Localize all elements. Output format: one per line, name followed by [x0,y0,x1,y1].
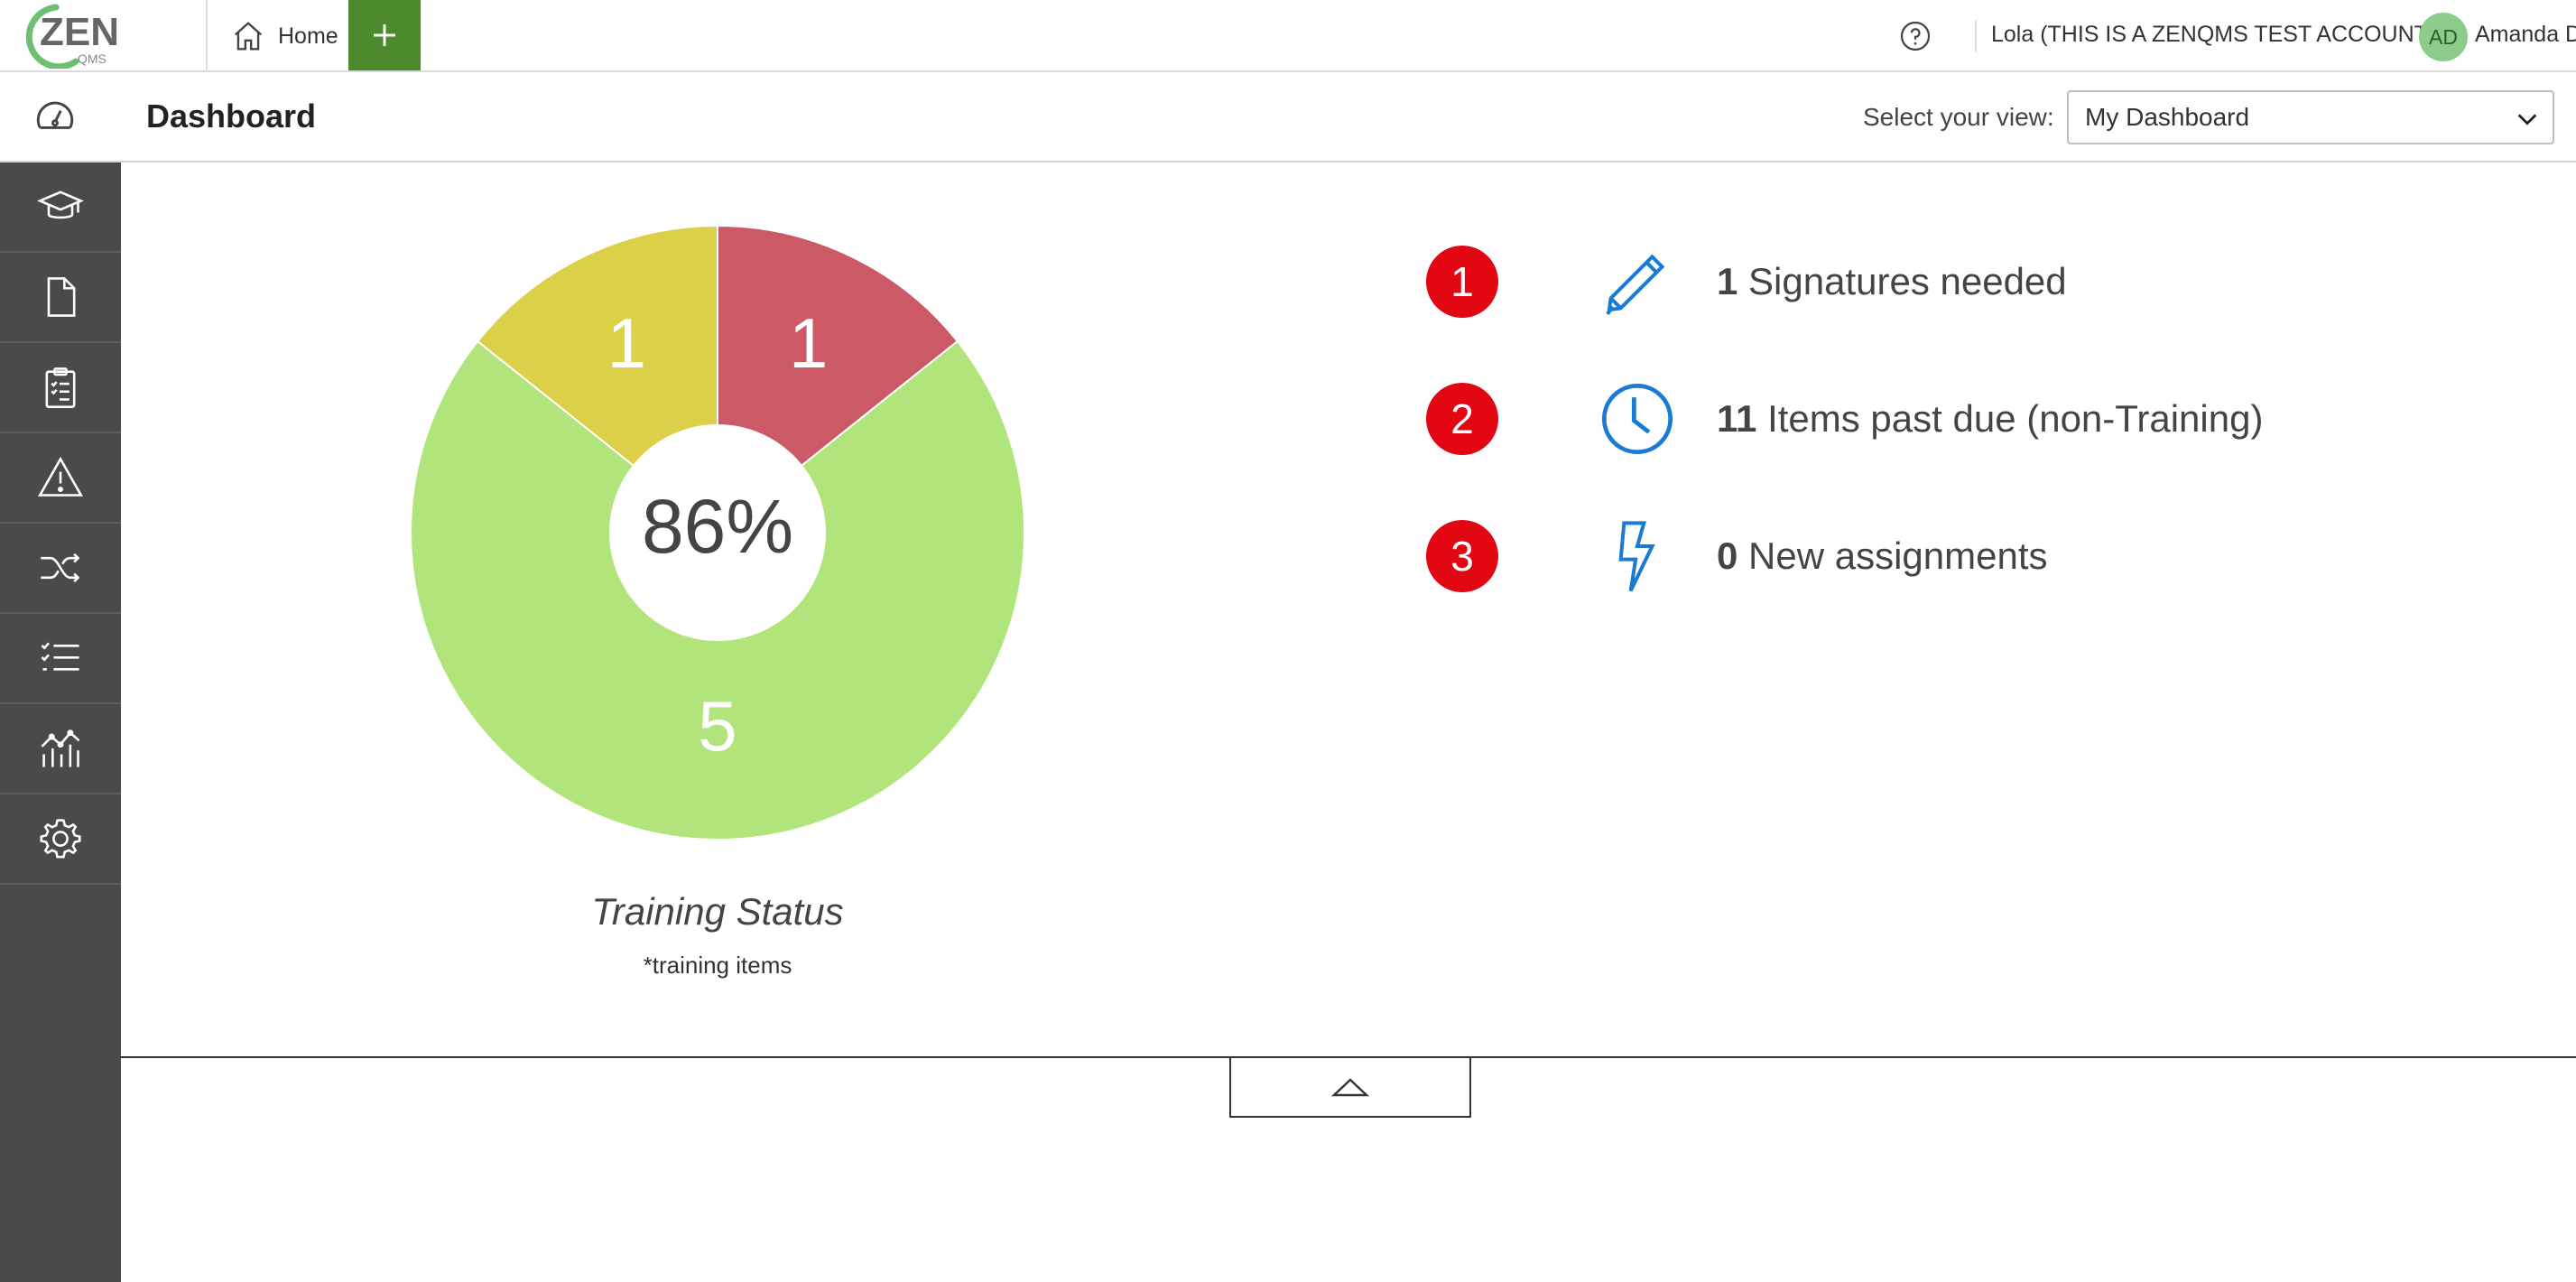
topbar-divider [1975,20,1977,52]
home-icon [234,22,263,51]
lightning-icon [1618,521,1655,592]
zenqms-logo[interactable]: ZEN QMS [16,2,125,70]
alert-count: 0 [1717,534,1738,577]
warning-icon [38,456,83,497]
avatar[interactable]: AD [2419,13,2468,61]
page-title: Dashboard [146,98,317,135]
graduation-cap-icon [37,190,84,219]
add-button[interactable] [348,0,421,70]
sidebar-item-reports[interactable] [0,704,121,794]
donut-value-label: 1 [607,303,646,383]
alert-signatures[interactable]: 1 1 Signatures needed [1426,237,2329,327]
view-select[interactable]: My Dashboard [2067,90,2554,144]
alert-text: 0 New assignments [1717,534,2048,578]
user-name[interactable]: Amanda D [2475,22,2576,48]
sidebar-item-audits[interactable] [0,343,121,433]
chart-title: Training Status [591,890,844,933]
clipboard-checklist-icon [45,367,76,408]
alert-text: 1 Signatures needed [1717,260,2067,303]
chevron-down-icon [2517,114,2537,125]
alert-count: 1 [1717,260,1738,302]
document-icon [47,277,76,317]
alert-label: New assignments [1748,534,2048,577]
donut-chart: 86% 1 5 1 [410,224,1025,841]
home-tab[interactable]: Home [206,0,348,72]
svg-text:ZEN: ZEN [40,10,119,54]
top-bar: ZEN QMS Home Lola (THIS IS A ZENQMS TEST… [0,0,2576,72]
chart-subtitle: *training items [643,952,792,979]
shuffle-icon [41,553,80,583]
sidebar-item-checklists[interactable] [0,614,121,704]
alert-badge: 3 [1426,520,1498,592]
help-icon[interactable] [1899,20,1932,52]
page-header: Dashboard Select your view: My Dashboard [0,72,2576,163]
sidebar [0,163,121,1282]
home-tab-label: Home [278,23,338,49]
sidebar-item-settings[interactable] [0,794,121,885]
sidebar-item-training[interactable] [0,163,121,253]
sidebar-item-documents[interactable] [0,253,121,343]
donut-center-label: 86% [642,484,793,569]
speedometer-icon [36,101,74,129]
sidebar-item-workflows[interactable] [0,524,121,614]
alert-new-assignments[interactable]: 3 0 New assignments [1426,511,2329,601]
alert-text: 11 Items past due (non-Training) [1717,397,2263,441]
pencil-icon [1606,254,1665,316]
sidebar-item-issues[interactable] [0,433,121,524]
view-select-value: My Dashboard [2085,103,2250,131]
svg-text:QMS: QMS [78,51,107,66]
clock-icon [1601,383,1673,455]
donut-value-label: 1 [789,303,828,383]
alert-label: Items past due (non-Training) [1767,397,2264,440]
alert-count: 11 [1717,397,1757,440]
alert-past-due[interactable]: 2 11 Items past due (non-Training) [1426,374,2329,464]
alert-badge: 1 [1426,246,1498,318]
alert-label: Signatures needed [1748,260,2067,302]
collapse-button[interactable] [1229,1058,1471,1118]
training-status-chart[interactable]: 86% 1 5 1 [397,217,1047,867]
alert-badge: 2 [1426,383,1498,455]
chevron-up-icon [1330,1078,1370,1097]
checklist-icon [41,642,79,671]
gear-icon [40,819,81,859]
chart-icon [41,729,80,767]
donut-value-label: 5 [698,686,737,766]
account-name[interactable]: Lola (THIS IS A ZENQMS TEST ACCOUNT) [1991,22,2435,48]
plus-icon [374,24,395,46]
view-select-label: Select your view: [1863,103,2054,131]
